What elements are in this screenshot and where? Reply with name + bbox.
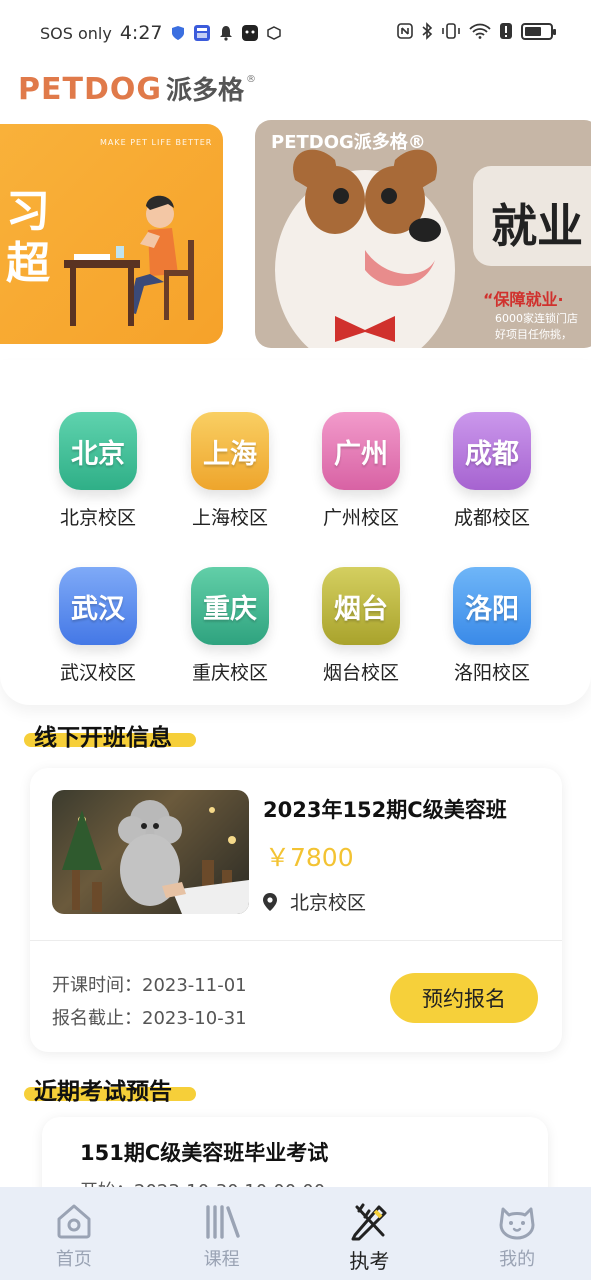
campus-icon-yantai: 烟台 xyxy=(322,567,400,645)
campus-label-yantai: 烟台校区 xyxy=(322,662,399,684)
campus-label-chengdu: 成都校区 xyxy=(453,507,530,529)
banner-red-tagline: “保障就业· xyxy=(483,290,564,309)
banner-text-line1: 习 xyxy=(6,186,50,237)
app-square-icon xyxy=(241,25,258,41)
bell-icon xyxy=(219,26,232,41)
banner-text-line2: 超 xyxy=(6,238,50,289)
status-right xyxy=(397,22,556,40)
nav-item-profile[interactable]: 我的 xyxy=(443,1187,591,1280)
course-price: ￥7800 xyxy=(265,843,354,872)
logo-text-cn: 派多格 xyxy=(165,76,244,106)
banner-headline: 就业 xyxy=(491,199,583,253)
cube-icon xyxy=(266,26,281,40)
course-title: 2023年152期C级美容班 xyxy=(263,798,507,822)
campus-icon-guangzhou: 广州 xyxy=(322,412,400,490)
campus-item-guangzhou[interactable]: 广州 广州校区 xyxy=(306,412,416,530)
wifi-icon xyxy=(469,23,491,39)
campus-label-luoyang: 洛阳校区 xyxy=(453,662,530,684)
app-badge-icon xyxy=(193,25,210,41)
campus-icon-chongqing: 重庆 xyxy=(191,567,269,645)
nav-item-exam[interactable]: 执考 xyxy=(296,1187,444,1280)
pencil-ruler-icon xyxy=(351,1203,387,1241)
campus-icon-shanghai: 上海 xyxy=(191,412,269,490)
campus-label-shanghai: 上海校区 xyxy=(191,507,268,529)
banner-slide-left[interactable]: MAKE PET LIFE BETTER 习 超 xyxy=(0,124,223,344)
campus-icon-wuhan: 武汉 xyxy=(59,567,137,645)
nav-label-courses: 课程 xyxy=(203,1249,240,1270)
campus-icon-beijing: 北京 xyxy=(59,412,137,490)
campus-item-luoyang[interactable]: 洛阳 洛阳校区 xyxy=(437,567,547,685)
campus-item-yantai[interactable]: 烟台 烟台校区 xyxy=(306,567,416,685)
course-location-text: 北京校区 xyxy=(290,892,367,914)
banner-small-line2: 好项目任你挑， xyxy=(495,328,572,341)
course-start-date: 开课时间：2023-11-01 xyxy=(52,971,247,997)
campus-item-chongqing[interactable]: 重庆 重庆校区 xyxy=(175,567,285,685)
poodle-photo xyxy=(62,800,249,914)
brand-logo: PETDOG 派多格 ® xyxy=(18,70,256,107)
nfc-icon xyxy=(397,23,413,39)
start-date-label: 开课时间： xyxy=(52,975,142,996)
section-title-exam: 近期考试预告 xyxy=(34,1079,172,1105)
bluetooth-icon xyxy=(422,22,433,40)
campus-label-beijing: 北京校区 xyxy=(59,507,136,529)
campus-icon-luoyang: 洛阳 xyxy=(453,567,531,645)
course-thumbnail xyxy=(52,790,249,914)
banner-slogan: MAKE PET LIFE BETTER xyxy=(100,138,213,147)
books-icon xyxy=(205,1205,240,1239)
nav-label-home: 首页 xyxy=(55,1249,92,1270)
logo-text-en: PETDOG xyxy=(18,72,162,107)
course-deadline: 报名截止：2023-10-31 xyxy=(52,1004,247,1030)
course-card[interactable]: 2023年152期C级美容班 ￥7800 北京校区 开课时间：2023-11-0… xyxy=(30,768,562,1052)
registered-mark: ® xyxy=(246,74,256,85)
exam-title: 151期C级美容班毕业考试 xyxy=(80,1141,329,1165)
deadline-label: 报名截止： xyxy=(52,1008,142,1029)
campus-grid: 北京 北京校区 上海 上海校区 广州 广州校区 成都 成都校区 武汉 武汉校区 … xyxy=(0,360,591,705)
nav-label-profile: 我的 xyxy=(499,1249,536,1270)
home-icon xyxy=(57,1204,91,1239)
campus-label-wuhan: 武汉校区 xyxy=(59,662,136,684)
course-location: 北京校区 xyxy=(262,888,366,915)
deadline-value: 2023-10-31 xyxy=(142,1008,247,1029)
campus-item-shanghai[interactable]: 上海 上海校区 xyxy=(175,412,285,530)
alert-icon xyxy=(500,23,512,39)
nav-item-courses[interactable]: 课程 xyxy=(148,1187,296,1280)
banner-small-line1: 6000家连锁门店 xyxy=(495,312,578,325)
status-left: SOS only 4:27 xyxy=(40,22,281,44)
campus-item-beijing[interactable]: 北京 北京校区 xyxy=(43,412,153,530)
card-divider xyxy=(30,940,562,941)
nav-item-home[interactable]: 首页 xyxy=(0,1187,148,1280)
campus-item-chengdu[interactable]: 成都 成都校区 xyxy=(437,412,547,530)
dog-face-icon xyxy=(499,1207,535,1240)
location-pin-icon xyxy=(263,892,277,911)
nav-label-exam: 执考 xyxy=(349,1249,390,1273)
bottom-nav: 首页 课程 执考 我的 xyxy=(0,1187,591,1280)
vibrate-icon xyxy=(442,23,460,39)
shield-icon xyxy=(171,26,184,40)
start-date-value: 2023-11-01 xyxy=(142,975,247,996)
section-title-offline: 线下开班信息 xyxy=(34,725,172,751)
dog-photo xyxy=(275,149,455,348)
carrier-text: SOS only xyxy=(40,23,112,43)
status-time: 4:27 xyxy=(119,22,163,44)
enroll-button[interactable]: 预约报名 xyxy=(390,973,538,1023)
campus-label-chongqing: 重庆校区 xyxy=(191,662,268,684)
status-bar: SOS only 4:27 xyxy=(0,0,591,66)
student-desk-illustration xyxy=(64,195,194,326)
battery-icon xyxy=(521,22,556,40)
campus-item-wuhan[interactable]: 武汉 武汉校区 xyxy=(43,567,153,685)
campus-label-guangzhou: 广州校区 xyxy=(322,507,399,529)
banner-slide-right[interactable]: PETDOG派多格® 就业 “保障就业· 6000家连锁门店 好项目任你挑， xyxy=(255,120,591,348)
campus-icon-chengdu: 成都 xyxy=(453,412,531,490)
